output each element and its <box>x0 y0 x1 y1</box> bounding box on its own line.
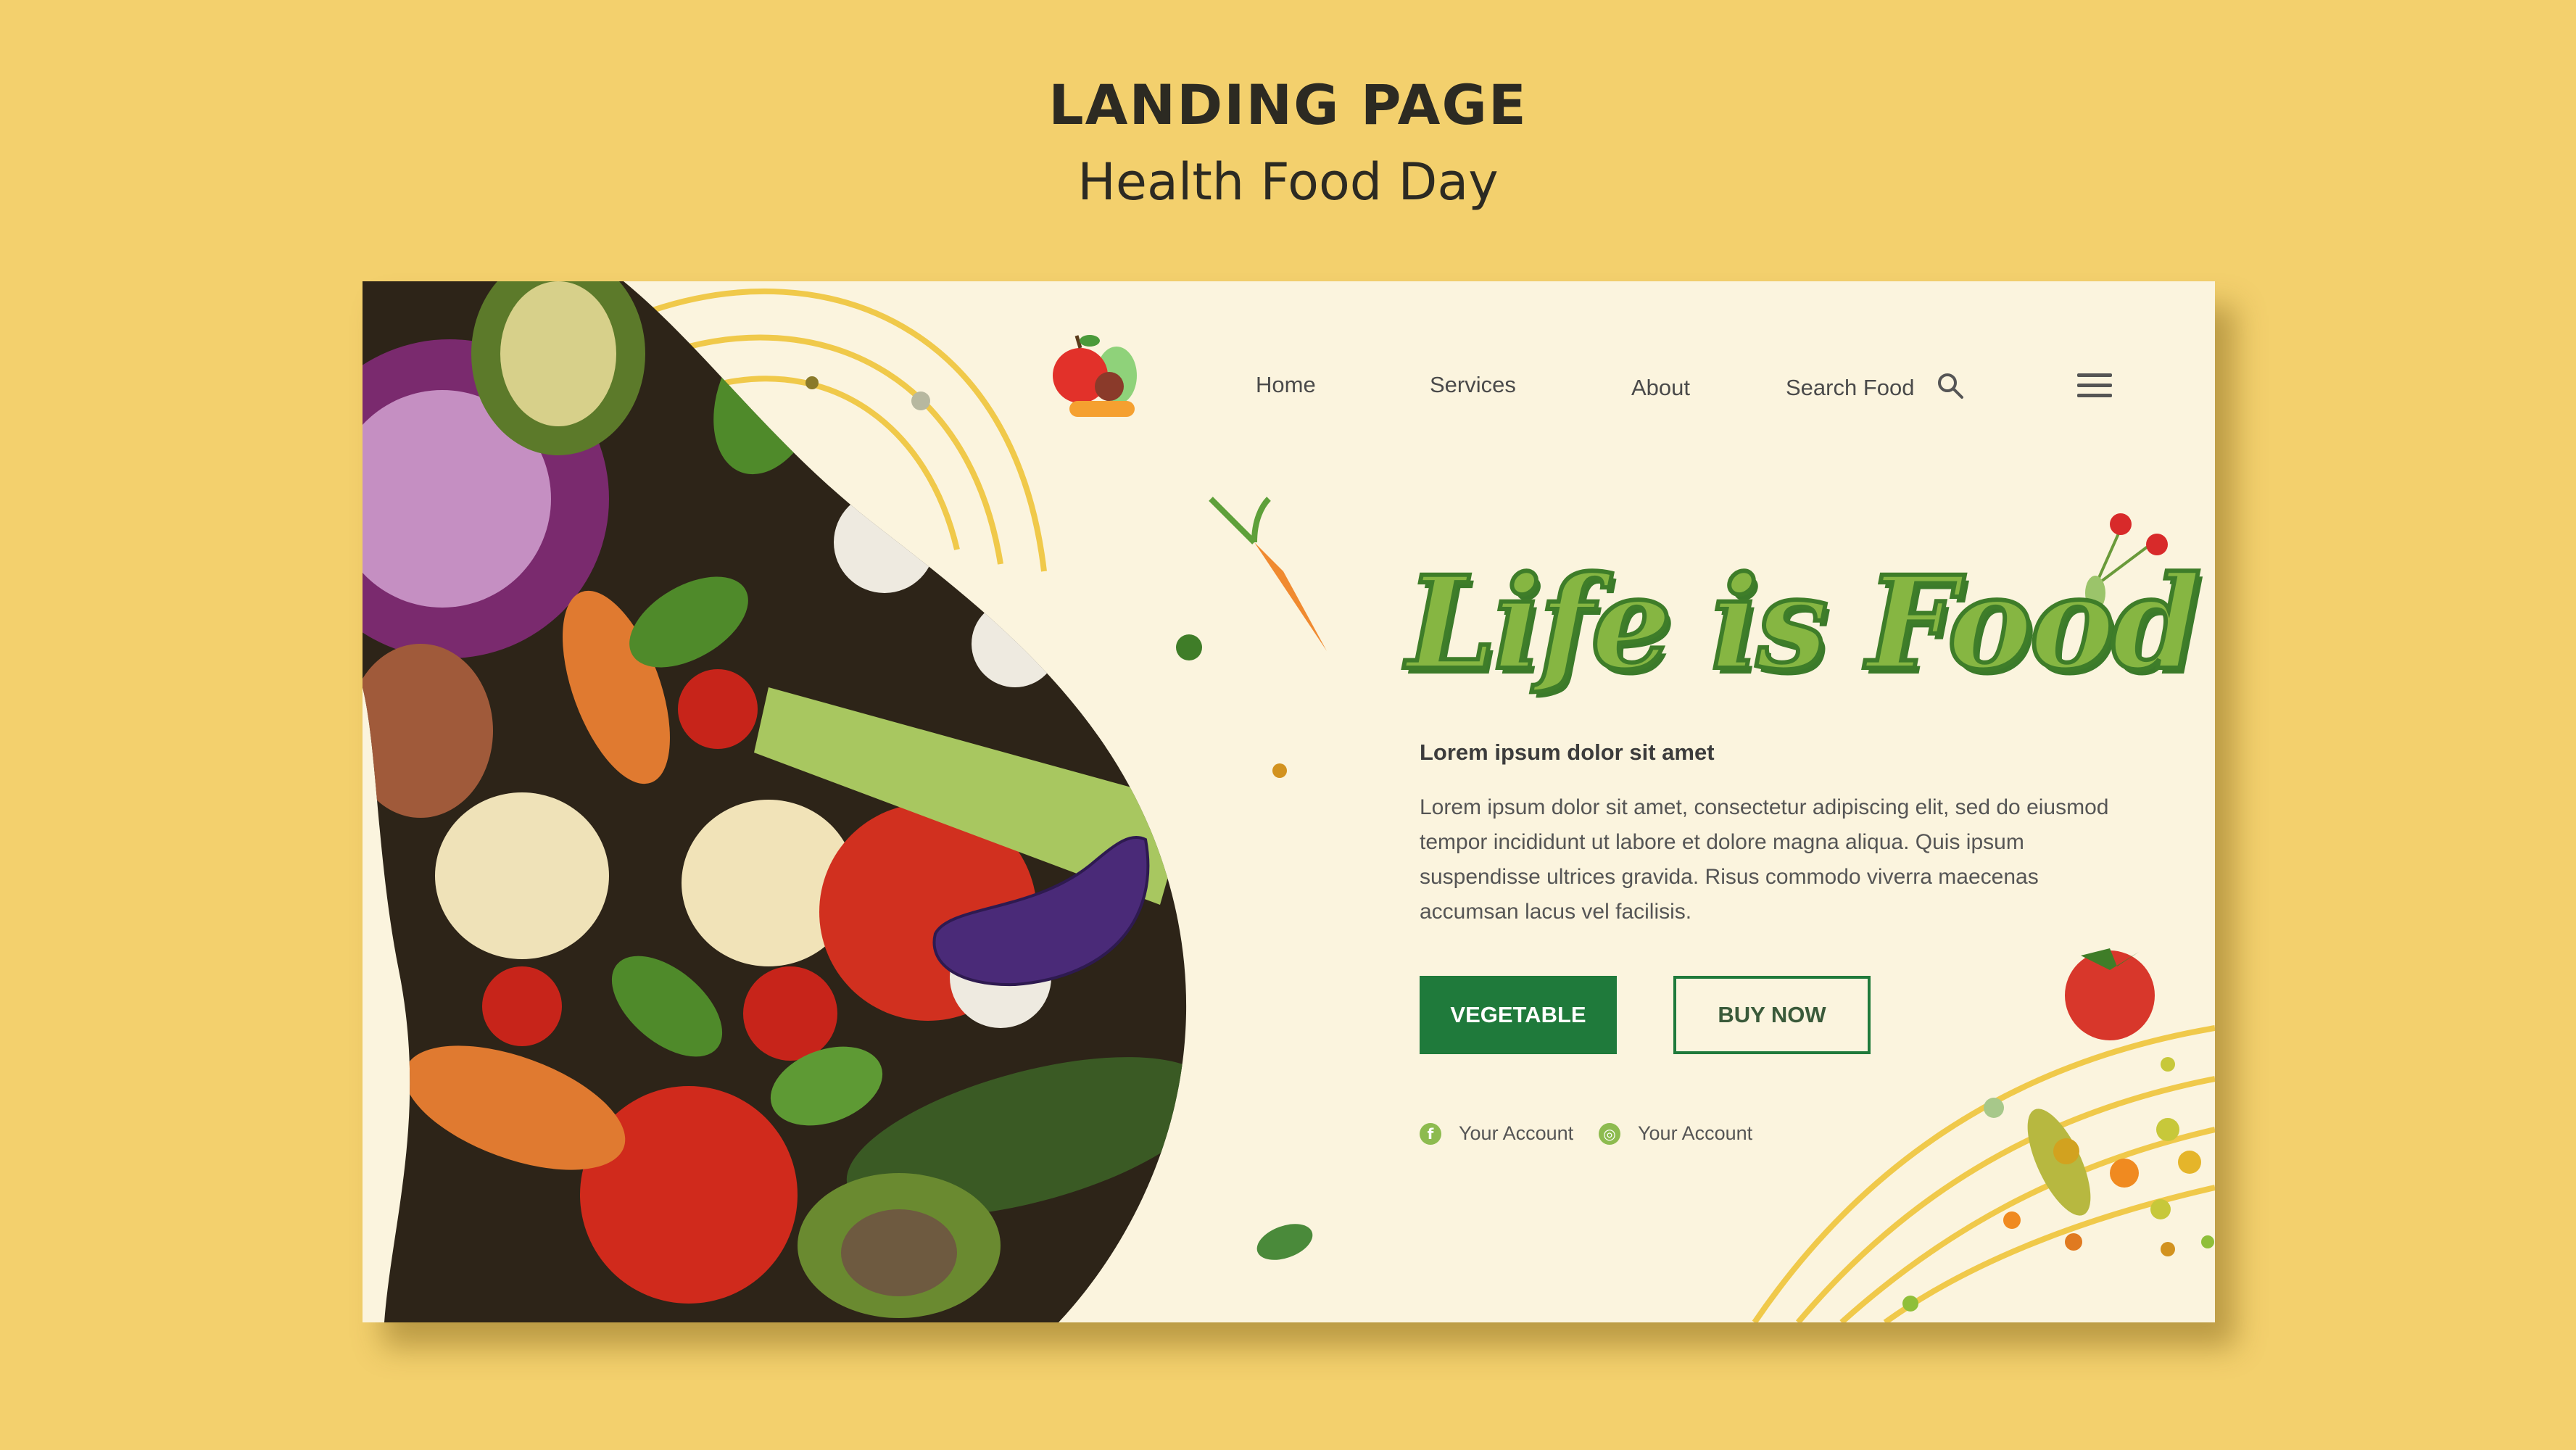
landing-page-card: Home Services About Search Food Life is … <box>363 281 2215 1322</box>
hero-heading: Life is Food <box>1404 546 2203 700</box>
nav-about[interactable]: About <box>1631 375 1690 401</box>
search-icon[interactable] <box>1936 371 1965 400</box>
instagram-icon: ◎ <box>1599 1122 1620 1145</box>
social-link-facebook[interactable]: f Your Account <box>1420 1122 1573 1145</box>
page-subtitle: Health Food Day <box>1077 152 1499 212</box>
hamburger-menu-icon[interactable] <box>2077 373 2112 402</box>
nav-home[interactable]: Home <box>1256 372 1316 398</box>
facebook-icon: f <box>1420 1122 1441 1145</box>
social-label: Your Account <box>1459 1122 1574 1144</box>
nav-services[interactable]: Services <box>1430 372 1516 398</box>
fruit-basket-icon[interactable] <box>1040 332 1149 426</box>
hero-description: Lorem ipsum dolor sit amet, consectetur … <box>1420 795 2109 924</box>
social-link-instagram[interactable]: ◎ Your Account <box>1599 1122 1752 1145</box>
page-title: LANDING PAGE <box>1048 72 1528 137</box>
hero-subheading: Lorem ipsum dolor sit amet <box>1420 740 1715 765</box>
social-label: Your Account <box>1638 1122 1753 1144</box>
vegetable-button[interactable]: VEGETABLE <box>1420 976 1617 1054</box>
buy-now-button[interactable]: BUY NOW <box>1673 976 1871 1054</box>
nav-search-food[interactable]: Search Food <box>1786 375 1915 401</box>
